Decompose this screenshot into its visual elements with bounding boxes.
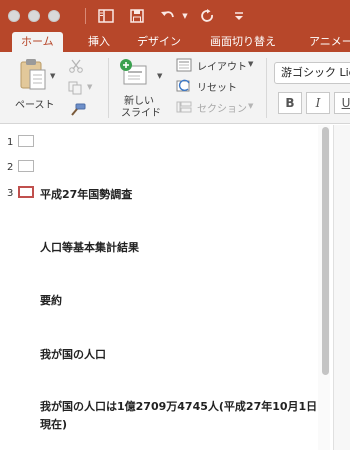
- slide-number: 2: [7, 162, 14, 173]
- title-bar: ▼: [0, 0, 350, 32]
- outline-bullet[interactable]: 我が国の人口: [40, 346, 106, 362]
- slide-thumbnail-icon[interactable]: [18, 135, 34, 147]
- ribbon-home: ▼ ペースト ▼ ▼ 新しい スライド レイアウト ▼ リセット セクション ▼…: [0, 52, 350, 124]
- new-slide-label-2[interactable]: スライド: [121, 104, 161, 119]
- undo-dropdown-icon[interactable]: ▼: [180, 6, 190, 26]
- copy-icon[interactable]: [68, 80, 84, 95]
- sidebar-toggle-icon[interactable]: [96, 6, 116, 26]
- underline-button[interactable]: U: [334, 92, 350, 114]
- tab-insert[interactable]: 挿入: [79, 32, 119, 52]
- ribbon-divider: [108, 58, 109, 118]
- slide-number: 3: [7, 188, 14, 199]
- paste-label[interactable]: ペースト: [15, 96, 55, 111]
- bold-button[interactable]: B: [278, 92, 302, 114]
- slide-number: 1: [7, 137, 14, 148]
- outline-bullet[interactable]: 我が国の人口は1億2709万4745人(平成27年10月1日現在): [40, 398, 325, 434]
- outline-bullet[interactable]: 人口等基本集計結果: [40, 239, 139, 255]
- new-slide-icon[interactable]: [118, 58, 150, 86]
- paste-icon[interactable]: [18, 58, 48, 92]
- tab-transitions[interactable]: 画面切り替え: [201, 32, 285, 52]
- ribbon-divider: [266, 58, 267, 118]
- customize-toolbar-icon[interactable]: [230, 6, 248, 26]
- zoom-window-button[interactable]: [48, 10, 60, 22]
- reset-icon[interactable]: [176, 78, 192, 92]
- section-label[interactable]: セクション: [197, 100, 247, 115]
- section-icon[interactable]: [176, 99, 192, 113]
- slide-thumbnail-icon[interactable]: [18, 160, 34, 172]
- italic-button[interactable]: I: [306, 92, 330, 114]
- section-dropdown-icon[interactable]: ▼: [248, 102, 253, 110]
- new-slide-dropdown-icon[interactable]: ▼: [157, 72, 162, 80]
- outline-bullet[interactable]: 要約: [40, 292, 62, 308]
- cut-icon[interactable]: [68, 58, 84, 73]
- reset-label[interactable]: リセット: [197, 79, 237, 94]
- redo-icon[interactable]: [198, 6, 218, 26]
- toolbar-divider: [85, 8, 86, 24]
- close-window-button[interactable]: [8, 10, 20, 22]
- tab-home[interactable]: ホーム: [12, 32, 63, 52]
- layout-icon[interactable]: [176, 57, 192, 72]
- copy-dropdown-icon[interactable]: ▼: [87, 83, 92, 91]
- tab-design[interactable]: デザイン: [128, 32, 190, 52]
- minimize-window-button[interactable]: [28, 10, 40, 22]
- paste-dropdown-icon[interactable]: ▼: [50, 72, 55, 80]
- slide-title[interactable]: 平成27年国勢調査: [40, 186, 132, 202]
- ribbon-tabs: ホーム 挿入 デザイン 画面切り替え アニメー: [0, 32, 350, 52]
- tab-animations[interactable]: アニメー: [300, 32, 350, 52]
- undo-icon[interactable]: [157, 6, 179, 26]
- font-name-input[interactable]: 游ゴシック Lig: [274, 62, 350, 84]
- outline-pane[interactable]: 1 2 3 平成27年国勢調査 人口等基本集計結果 要約 我が国の人口 我が国の…: [0, 125, 320, 450]
- save-icon[interactable]: [127, 6, 147, 26]
- format-painter-icon[interactable]: [68, 102, 86, 116]
- scrollbar-thumb[interactable]: [322, 127, 329, 375]
- slide-editor-pane[interactable]: [333, 125, 350, 450]
- layout-dropdown-icon[interactable]: ▼: [248, 60, 253, 68]
- layout-label[interactable]: レイアウト: [197, 58, 247, 73]
- selected-slide-thumbnail-icon[interactable]: [18, 186, 34, 198]
